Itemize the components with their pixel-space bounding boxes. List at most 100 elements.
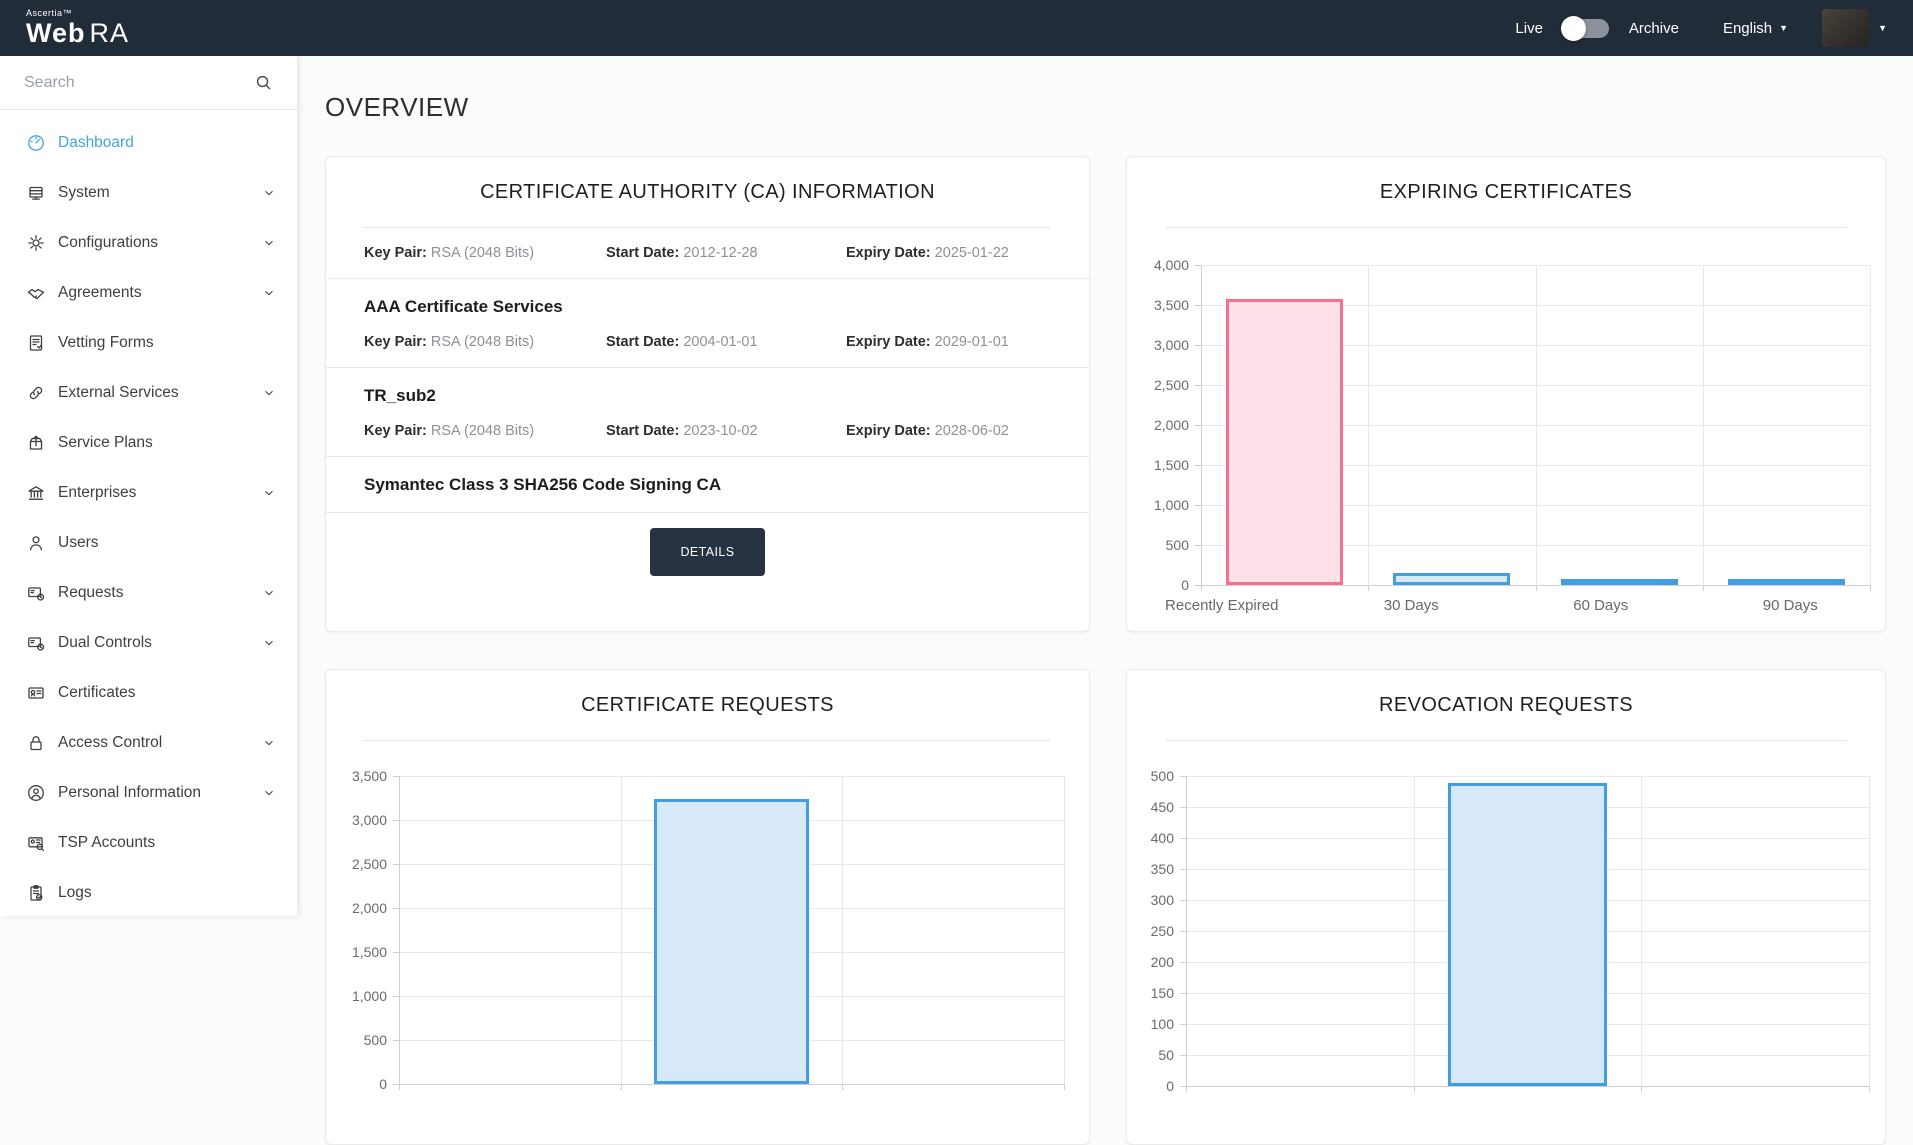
key-pair-field: Key Pair: RSA (2048 Bits)	[364, 334, 606, 350]
x-tick-mark	[1869, 1086, 1870, 1092]
ca-entries: Key Pair: RSA (2048 Bits)Start Date: 201…	[326, 228, 1089, 513]
revocation-requests-card: REVOCATION REQUESTS 50045040035030025020…	[1126, 669, 1886, 1145]
ca-entry-name: TR_sub2	[326, 368, 1089, 406]
divider	[1165, 227, 1847, 228]
start-date-field: Start Date: 2023-10-02	[606, 423, 846, 439]
vetting-form-icon	[26, 333, 46, 353]
sidebar-item-dual-controls[interactable]: Dual Controls	[0, 618, 297, 668]
sidebar-item-external-services[interactable]: External Services	[0, 368, 297, 418]
x-tick-mark	[1703, 585, 1704, 591]
person-circle-icon	[26, 783, 46, 803]
sidebar-item-access-control[interactable]: Access Control	[0, 718, 297, 768]
x-gridline	[621, 776, 622, 1084]
x-gridline	[1641, 776, 1642, 1086]
sidebar-item-label: Dual Controls	[58, 634, 249, 652]
sidebar-item-service-plans[interactable]: Service Plans	[0, 418, 297, 468]
bar-chart-certificate-requests: 3,5003,0002,5002,0001,5001,0005000	[399, 776, 1064, 1084]
chart-title: CERTIFICATE REQUESTS	[326, 670, 1089, 740]
search-icon	[254, 73, 273, 92]
sidebar-item-label: Requests	[58, 584, 249, 602]
sidebar-menu: DashboardSystemConfigurations Agreements V…	[0, 110, 297, 918]
y-tick-label: 0	[1166, 1078, 1174, 1094]
sidebar-item-logs[interactable]: Logs	[0, 868, 297, 918]
sidebar-item-certificates[interactable]: Certificates	[0, 668, 297, 718]
key-pair-field: Key Pair: RSA (2048 Bits)	[364, 423, 606, 439]
ca-entry-details: Key Pair: RSA (2048 Bits)Start Date: 202…	[326, 406, 1089, 439]
y-tick-label: 100	[1151, 1016, 1174, 1032]
sidebar-item-tsp-accounts[interactable]: TSP Accounts	[0, 818, 297, 868]
expiry-date-field: Expiry Date: 2025-01-22	[846, 245, 1051, 261]
key-pair-field: Key Pair: RSA (2048 Bits)	[364, 245, 606, 261]
brand-webra: WebRA	[26, 20, 129, 47]
sidebar-item-label: Personal Information	[58, 784, 249, 802]
sidebar-item-users[interactable]: Users	[0, 518, 297, 568]
y-tick-label: 200	[1151, 954, 1174, 970]
y-tick-label: 2,000	[1154, 417, 1189, 433]
x-tick-mark	[1641, 1086, 1642, 1092]
y-tick-label: 1,000	[352, 988, 387, 1004]
y-tick-label: 300	[1151, 892, 1174, 908]
y-tick-label: 3,500	[352, 768, 387, 784]
language-dropdown[interactable]: English ▼	[1723, 20, 1788, 37]
live-archive-toggle[interactable]	[1563, 19, 1609, 38]
avatar	[1822, 9, 1868, 47]
y-tick-label: 450	[1151, 799, 1174, 815]
sidebar-item-label: Certificates	[58, 684, 277, 702]
sidebar: DashboardSystemConfigurations Agreements V…	[0, 56, 297, 916]
start-date-field: Start Date: 2004-01-01	[606, 334, 846, 350]
ca-entry-details: Key Pair: RSA (2048 Bits)Start Date: 200…	[326, 317, 1089, 350]
sidebar-item-requests[interactable]: Requests	[0, 568, 297, 618]
sidebar-item-dashboard[interactable]: Dashboard	[0, 118, 297, 168]
language-label: English	[1723, 20, 1772, 37]
y-gridline	[399, 776, 1064, 777]
x-gridline	[1414, 776, 1415, 1086]
ca-card-title: CERTIFICATE AUTHORITY (CA) INFORMATION	[326, 157, 1089, 227]
sidebar-item-label: External Services	[58, 384, 249, 402]
y-gridline	[1186, 1086, 1869, 1087]
user-menu[interactable]: ▼	[1822, 9, 1887, 47]
chevron-down-icon	[261, 585, 277, 601]
x-axis-label: 90 Days	[1763, 597, 1818, 614]
user-icon	[26, 533, 46, 553]
y-tick-label: 500	[1166, 537, 1189, 553]
sidebar-item-label: Access Control	[58, 734, 249, 752]
bar-chart-revocation-requests: 500450400350300250200150100500	[1186, 776, 1869, 1086]
sidebar-item-configurations[interactable]: Configurations	[0, 218, 297, 268]
x-axis-label: 60 Days	[1573, 597, 1628, 614]
sidebar-item-personal-information[interactable]: Personal Information	[0, 768, 297, 818]
package-icon	[26, 433, 46, 453]
chevron-down-icon	[261, 735, 277, 751]
log-clipboard-icon	[26, 883, 46, 903]
y-tick-label: 3,000	[1154, 337, 1189, 353]
sidebar-item-enterprises[interactable]: Enterprises	[0, 468, 297, 518]
x-gridline	[1536, 265, 1537, 585]
sidebar-item-label: TSP Accounts	[58, 834, 277, 852]
app-logo: Ascertia™ WebRA	[26, 9, 129, 47]
brand-ascertia: Ascertia™	[26, 9, 129, 18]
sidebar-item-label: Agreements	[58, 284, 249, 302]
x-tick-mark	[1368, 585, 1369, 591]
server-icon	[26, 183, 46, 203]
link-icon	[26, 383, 46, 403]
handshake-icon	[26, 283, 46, 303]
y-tick-label: 350	[1151, 861, 1174, 877]
expiring-certificates-card: EXPIRING CERTIFICATES 4,0003,5003,0002,5…	[1126, 156, 1886, 632]
y-tick-label: 0	[379, 1076, 387, 1092]
details-button[interactable]: DETAILS	[650, 528, 766, 576]
x-gridline	[1064, 776, 1065, 1084]
sidebar-item-system[interactable]: System	[0, 168, 297, 218]
x-gridline	[1870, 265, 1871, 585]
y-tick-label: 2,500	[352, 856, 387, 872]
sidebar-item-vetting-forms[interactable]: Vetting Forms	[0, 318, 297, 368]
sidebar-item-agreements[interactable]: Agreements	[0, 268, 297, 318]
certificate-icon	[26, 683, 46, 703]
x-tick-mark	[399, 1084, 400, 1090]
search-input[interactable]	[24, 74, 244, 92]
sidebar-search	[0, 56, 297, 110]
chevron-down-icon	[261, 385, 277, 401]
x-tick-mark	[1064, 1084, 1065, 1090]
x-tick-mark	[842, 1084, 843, 1090]
x-gridline	[1201, 265, 1202, 585]
x-tick-mark	[1414, 1086, 1415, 1092]
sidebar-item-label: Service Plans	[58, 434, 277, 452]
